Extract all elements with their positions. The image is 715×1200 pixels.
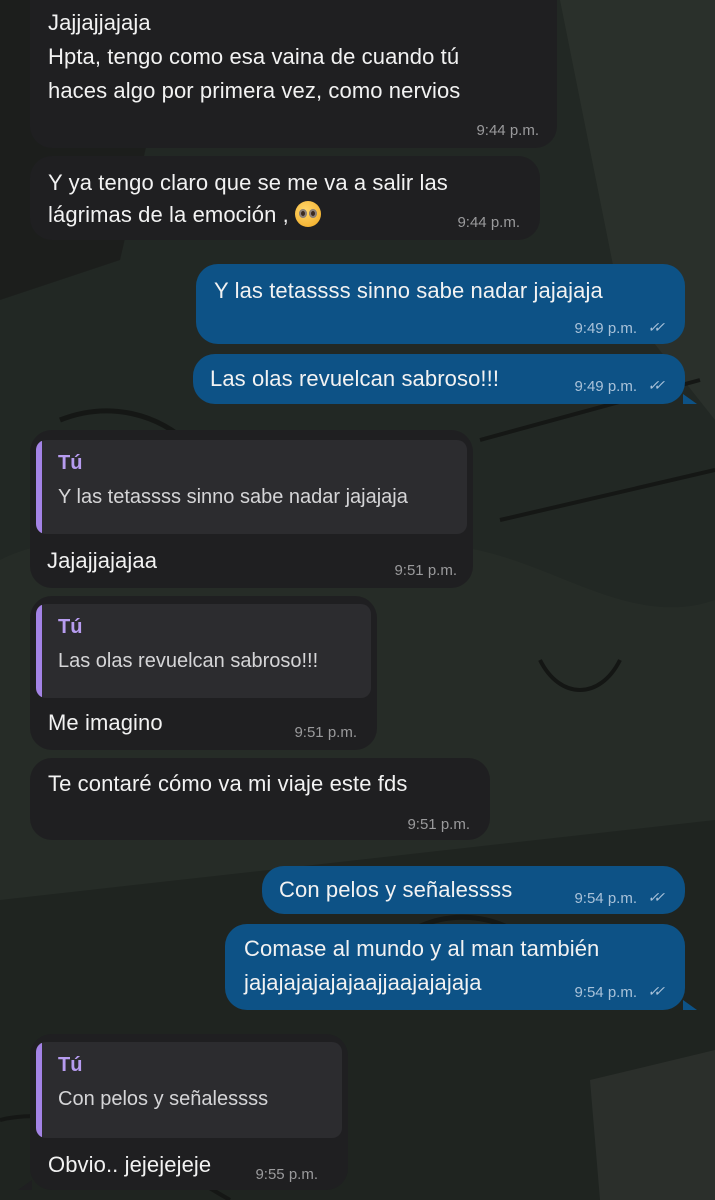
quote-author: Tú <box>58 452 83 474</box>
quote-text: Las olas revuelcan sabroso!!! <box>58 650 319 672</box>
message-text: Hpta, tengo como esa vaina de cuando tú <box>48 44 460 69</box>
message-bubble-incoming[interactable]: Y ya tengo claro que se me va a salir la… <box>30 156 540 240</box>
message-time: 9:44 p.m. <box>457 214 520 231</box>
message-bubble-incoming[interactable]: Tú Las olas revuelcan sabroso!!! Me imag… <box>30 596 377 750</box>
message-time: 9:54 p.m. <box>574 890 637 907</box>
quote-bar <box>36 1042 42 1138</box>
message-time: 9:54 p.m. <box>574 984 637 1001</box>
message-time: 9:49 p.m. <box>574 320 637 337</box>
message-time: 9:49 p.m. <box>574 378 637 395</box>
message-time: 9:51 p.m. <box>394 562 457 579</box>
double-check-icon: ✓✓ <box>647 983 666 999</box>
quote-author: Tú <box>58 1054 83 1076</box>
quote-bar <box>36 604 42 698</box>
pleading-face-emoji <box>294 201 321 227</box>
message-text-line: lágrimas de la emoción , <box>48 202 289 227</box>
reply-quote[interactable]: Tú Las olas revuelcan sabroso!!! <box>36 604 371 698</box>
bubble-tail <box>683 1000 697 1010</box>
double-check-icon: ✓✓ <box>647 377 666 393</box>
quote-text: Con pelos y señalessss <box>58 1088 269 1110</box>
message-bubble-incoming[interactable]: Tú Y las tetassss sinno sabe nadar jajaj… <box>30 430 473 588</box>
message-bubble-incoming[interactable]: Tú Con pelos y señalessss Obvio.. jejeje… <box>30 1034 348 1190</box>
message-text: Jajjajjajaja <box>48 10 151 35</box>
message-time: 9:51 p.m. <box>294 724 357 741</box>
message-bubble-incoming[interactable]: Jajjajjajaja Hpta, tengo como esa vaina … <box>30 0 557 148</box>
message-time: 9:55 p.m. <box>255 1166 318 1183</box>
message-bubble-outgoing[interactable]: Comase al mundo y al man también jajajaj… <box>225 924 685 1010</box>
message-text: haces algo por primera vez, como nervios <box>48 78 461 103</box>
reply-quote[interactable]: Tú Y las tetassss sinno sabe nadar jajaj… <box>36 440 467 534</box>
message-bubble-outgoing[interactable]: Con pelos y señalessss 9:54 p.m. ✓✓ <box>262 866 685 914</box>
double-check-icon: ✓✓ <box>647 889 666 905</box>
message-time: 9:44 p.m. <box>476 122 539 139</box>
message-bubble-incoming[interactable]: Te contaré cómo va mi viaje este fds 9:5… <box>30 758 490 840</box>
message-text: Obvio.. jejejejeje <box>48 1152 212 1177</box>
message-time: 9:51 p.m. <box>407 816 470 833</box>
message-text: Las olas revuelcan sabroso!!! <box>210 366 500 391</box>
double-check-icon: ✓✓ <box>647 319 666 335</box>
message-text: Y las tetassss sinno sabe nadar jajajaja <box>214 278 603 303</box>
quote-author: Tú <box>58 616 83 638</box>
bubble-tail <box>18 1180 32 1190</box>
message-bubble-outgoing[interactable]: Las olas revuelcan sabroso!!! 9:49 p.m. … <box>193 354 685 404</box>
message-text: Y ya tengo claro que se me va a salir la… <box>48 170 448 195</box>
quote-text: Y las tetassss sinno sabe nadar jajajaja <box>58 486 408 508</box>
message-text: lágrimas de la emoción , <box>48 200 321 230</box>
message-text: Te contaré cómo va mi viaje este fds <box>48 771 408 796</box>
message-bubble-outgoing[interactable]: Y las tetassss sinno sabe nadar jajajaja… <box>196 264 685 344</box>
message-text: Jajajjajajaa <box>47 548 158 573</box>
message-text: Comase al mundo y al man también <box>244 936 600 961</box>
message-text: jajajajajajajaajjaajajajaja <box>244 970 482 995</box>
bubble-tail <box>683 394 697 404</box>
quote-bar <box>36 440 42 534</box>
reply-quote[interactable]: Tú Con pelos y señalessss <box>36 1042 342 1138</box>
message-text: Me imagino <box>48 710 163 735</box>
message-text: Con pelos y señalessss <box>279 877 513 902</box>
